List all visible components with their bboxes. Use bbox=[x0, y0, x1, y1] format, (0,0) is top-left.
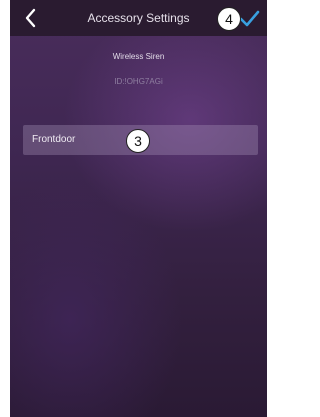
callout-badge-4: 4 bbox=[217, 7, 241, 31]
chevron-left-icon bbox=[25, 8, 36, 28]
back-button[interactable] bbox=[20, 6, 42, 30]
phone-screen: Accessory Settings 4 Wireless Siren ID:!… bbox=[10, 0, 267, 417]
device-id: ID:!OHG7AGi bbox=[114, 77, 163, 86]
callout-badge-3: 3 bbox=[126, 129, 150, 153]
accessory-name-value: Frontdoor bbox=[32, 134, 76, 145]
page-title: Accessory Settings bbox=[87, 11, 190, 25]
device-name: Wireless Siren bbox=[112, 52, 165, 61]
